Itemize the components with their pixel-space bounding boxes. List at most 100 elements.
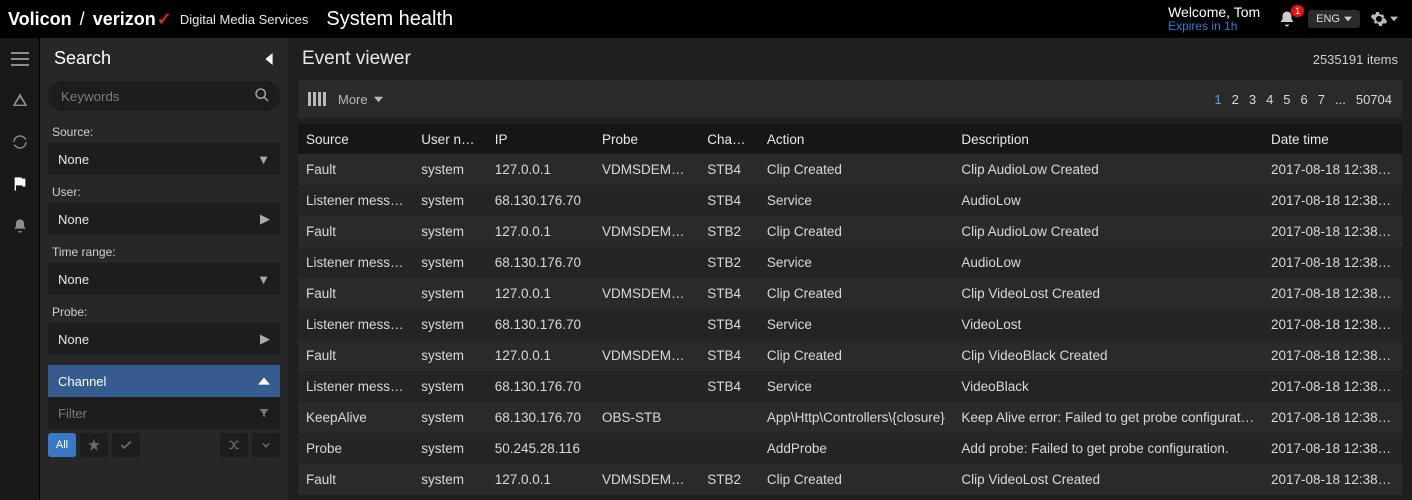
cell: OBS-STB bbox=[594, 410, 699, 425]
main-header: Event viewer 2535191 items bbox=[288, 38, 1412, 80]
search-icon bbox=[254, 87, 270, 103]
table-row[interactable]: Listener messagesystem68.130.176.70STB4S… bbox=[298, 371, 1402, 402]
col-description[interactable]: Description bbox=[953, 132, 1263, 147]
settings-button[interactable] bbox=[1370, 10, 1398, 28]
table-row[interactable]: Listener messagesystem68.130.176.70STB4S… bbox=[298, 185, 1402, 216]
table-row[interactable]: KeepAlivesystem68.130.176.70OBS-STBApp\H… bbox=[298, 402, 1402, 433]
chip-shuffle[interactable] bbox=[220, 433, 248, 457]
cell: STB4 bbox=[699, 379, 759, 394]
cell: App\Http\Controllers\{closure} bbox=[759, 410, 954, 425]
cell: 127.0.0.1 bbox=[487, 162, 594, 177]
channel-filter-placeholder[interactable]: Filter bbox=[58, 406, 87, 421]
cell: Fault bbox=[298, 286, 413, 301]
notifications-button[interactable]: 1 bbox=[1278, 10, 1296, 28]
cell: Clip AudioLow Created bbox=[953, 162, 1263, 177]
rail-menu[interactable] bbox=[11, 52, 29, 66]
flag-icon bbox=[12, 176, 28, 192]
col-ip[interactable]: IP bbox=[487, 132, 594, 147]
search-button[interactable] bbox=[254, 87, 270, 103]
table-row[interactable]: Faultsystem127.0.0.1VDMSDEMO05STB4Clip C… bbox=[298, 154, 1402, 185]
refresh-icon bbox=[12, 134, 28, 150]
col-channel[interactable]: Channel bbox=[699, 132, 759, 147]
columns-button[interactable] bbox=[308, 92, 326, 106]
cell: system bbox=[413, 193, 487, 208]
cell: 68.130.176.70 bbox=[487, 193, 594, 208]
keywords-input[interactable] bbox=[48, 81, 280, 111]
page-link[interactable]: 6 bbox=[1301, 92, 1308, 107]
language-label: ENG bbox=[1316, 13, 1340, 25]
filter-icon[interactable] bbox=[258, 407, 270, 419]
cell: Service bbox=[759, 317, 954, 332]
user-select[interactable]: None ▶ bbox=[48, 203, 280, 235]
probe-label: Probe: bbox=[52, 305, 280, 319]
cell: Service bbox=[759, 193, 954, 208]
table-row[interactable]: Listener messagesystem68.130.176.70STB2S… bbox=[298, 247, 1402, 278]
cell: system bbox=[413, 162, 487, 177]
cell: 2017-08-18 12:38:21 bbox=[1263, 255, 1402, 270]
page-link[interactable]: 4 bbox=[1266, 92, 1273, 107]
cell: Probe bbox=[298, 441, 413, 456]
sidebar: Search Source: None ▼ User: None ▶ bbox=[40, 38, 288, 500]
more-label: More bbox=[338, 92, 368, 107]
chip-add[interactable] bbox=[252, 433, 280, 457]
collapse-sidebar-button[interactable] bbox=[264, 53, 274, 65]
rail-bell[interactable] bbox=[12, 218, 28, 234]
caret-down-icon: ▼ bbox=[257, 272, 270, 287]
page-last[interactable]: 50704 bbox=[1356, 92, 1392, 107]
channel-section-header[interactable]: Channel bbox=[48, 365, 280, 397]
cell: Fault bbox=[298, 472, 413, 487]
col-source[interactable]: Source bbox=[298, 132, 413, 147]
cell: system bbox=[413, 255, 487, 270]
chip-check[interactable] bbox=[112, 433, 140, 457]
table-row[interactable]: Probesystem50.245.28.116AddProbeAdd prob… bbox=[298, 433, 1402, 464]
table-row[interactable]: Faultsystem127.0.0.1VDMSDEMO05STB2Clip C… bbox=[298, 464, 1402, 495]
rail-flag[interactable] bbox=[12, 176, 28, 192]
cell: Fault bbox=[298, 162, 413, 177]
col-probe[interactable]: Probe bbox=[594, 132, 699, 147]
language-selector[interactable]: ENG bbox=[1308, 10, 1360, 28]
probe-select[interactable]: None ▶ bbox=[48, 323, 280, 355]
probe-value: None bbox=[58, 332, 89, 347]
expires-text[interactable]: Expires in 1h bbox=[1168, 20, 1260, 33]
warning-icon bbox=[12, 92, 28, 108]
time-range-label: Time range: bbox=[52, 245, 280, 259]
cell: 2017-08-18 12:38:22 bbox=[1263, 193, 1402, 208]
page-link[interactable]: 2 bbox=[1232, 92, 1239, 107]
col-username[interactable]: User name bbox=[413, 132, 487, 147]
page-current[interactable]: 1 bbox=[1214, 92, 1221, 107]
cell: 50.245.28.116 bbox=[487, 441, 594, 456]
cell: STB2 bbox=[699, 472, 759, 487]
verizon-check-icon: ✓ bbox=[157, 9, 172, 30]
cell: 68.130.176.70 bbox=[487, 410, 594, 425]
page-link[interactable]: 7 bbox=[1318, 92, 1325, 107]
main-content: Event viewer 2535191 items More 1 2 3 4 … bbox=[288, 38, 1412, 500]
cell: Clip Created bbox=[759, 286, 954, 301]
cell: 2017-08-18 12:38:19 bbox=[1263, 441, 1402, 456]
user-label: User: bbox=[52, 185, 280, 199]
col-datetime[interactable]: Date time bbox=[1263, 132, 1402, 147]
page-link[interactable]: 3 bbox=[1249, 92, 1256, 107]
channel-filter-row: Filter bbox=[48, 397, 280, 429]
cell: 2017-08-18 12:38:19 bbox=[1263, 410, 1402, 425]
time-range-select[interactable]: None ▼ bbox=[48, 263, 280, 295]
table-body: Faultsystem127.0.0.1VDMSDEMO05STB4Clip C… bbox=[298, 154, 1402, 495]
chevron-right-icon: ▶ bbox=[260, 211, 270, 227]
rail-alerts[interactable] bbox=[12, 92, 28, 108]
chevron-up-icon bbox=[258, 376, 270, 386]
cell: 127.0.0.1 bbox=[487, 348, 594, 363]
chip-all[interactable]: All bbox=[48, 433, 76, 457]
table-row[interactable]: Listener messagesystem68.130.176.70STB4S… bbox=[298, 309, 1402, 340]
caret-down-icon bbox=[1390, 15, 1398, 23]
chip-star[interactable] bbox=[80, 433, 108, 457]
col-action[interactable]: Action bbox=[759, 132, 954, 147]
rail-refresh[interactable] bbox=[12, 134, 28, 150]
more-menu[interactable]: More bbox=[338, 92, 383, 107]
page-link[interactable]: 5 bbox=[1283, 92, 1290, 107]
cell: STB4 bbox=[699, 162, 759, 177]
pager: 1 2 3 4 5 6 7 ... 50704 bbox=[1214, 92, 1392, 107]
table-row[interactable]: Faultsystem127.0.0.1VDMSDEMO05STB4Clip C… bbox=[298, 278, 1402, 309]
cell: 2017-08-18 12:38:20 bbox=[1263, 317, 1402, 332]
table-row[interactable]: Faultsystem127.0.0.1VDMSDEMO05STB4Clip C… bbox=[298, 340, 1402, 371]
table-row[interactable]: Faultsystem127.0.0.1VDMSDEMO05STB2Clip C… bbox=[298, 216, 1402, 247]
source-select[interactable]: None ▼ bbox=[48, 143, 280, 175]
